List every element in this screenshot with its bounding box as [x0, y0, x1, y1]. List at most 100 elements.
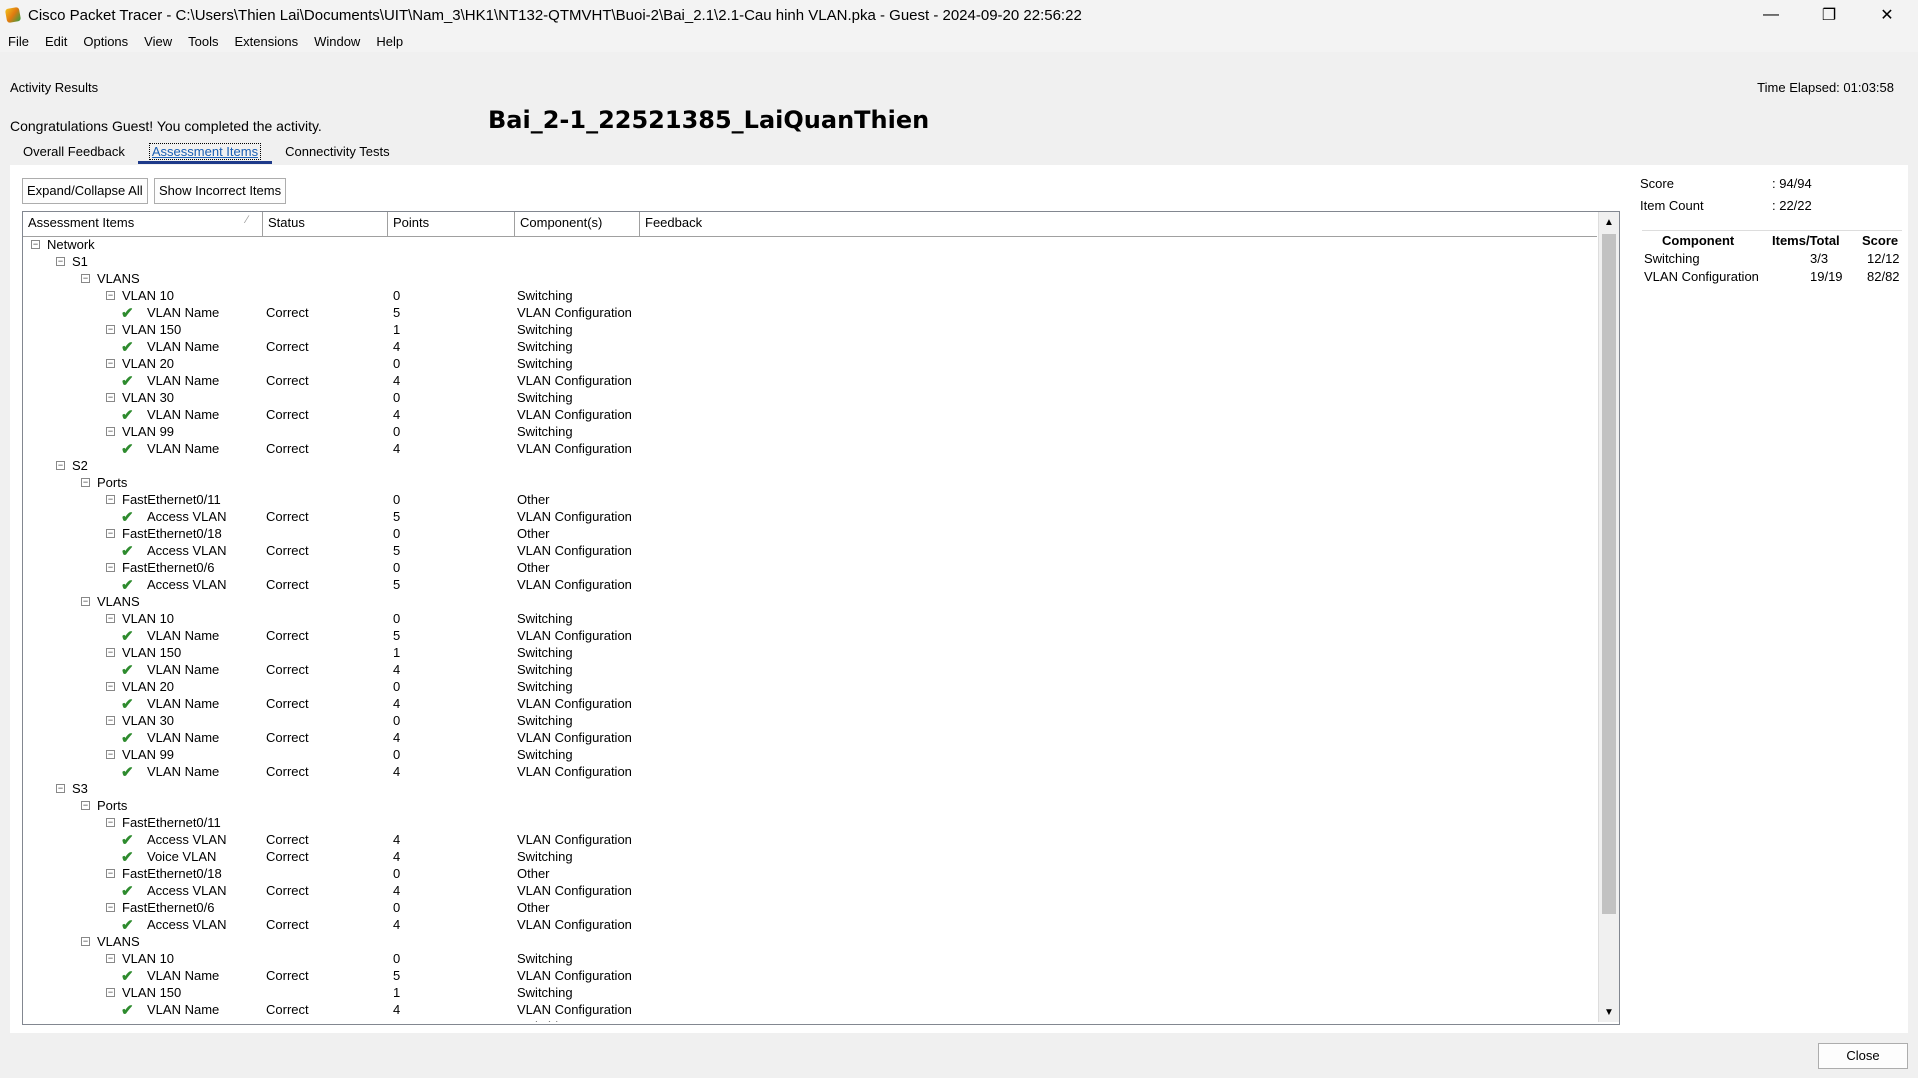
- tree-row[interactable]: − VLAN 99 0 Switching: [23, 747, 1597, 764]
- tree-row[interactable]: ✔ VLAN Name Correct 5 VLAN Configuration: [23, 305, 1597, 322]
- collapse-toggle-icon[interactable]: −: [106, 903, 115, 912]
- tree-row[interactable]: ✔ VLAN Name Correct 4 VLAN Configuration: [23, 407, 1597, 424]
- menu-view[interactable]: View: [136, 34, 180, 49]
- column-header-items[interactable]: Assessment Items ∕: [23, 212, 263, 236]
- tree-row[interactable]: ✔ Access VLAN Correct 5 VLAN Configuration: [23, 577, 1597, 594]
- collapse-toggle-icon[interactable]: −: [106, 988, 115, 997]
- scroll-up-arrow-icon[interactable]: ▲: [1599, 212, 1619, 232]
- tree-row[interactable]: − S1: [23, 254, 1597, 271]
- menu-tools[interactable]: Tools: [180, 34, 226, 49]
- collapse-toggle-icon[interactable]: −: [106, 529, 115, 538]
- menu-edit[interactable]: Edit: [37, 34, 75, 49]
- tree-row[interactable]: − VLANS: [23, 594, 1597, 611]
- tree-row[interactable]: − VLAN 99 0 Switching: [23, 424, 1597, 441]
- tree-row[interactable]: − VLAN 10 0 Switching: [23, 951, 1597, 968]
- column-header-components[interactable]: Component(s): [515, 212, 640, 236]
- collapse-toggle-icon[interactable]: −: [81, 597, 90, 606]
- collapse-toggle-icon[interactable]: −: [106, 427, 115, 436]
- collapse-toggle-icon[interactable]: −: [106, 614, 115, 623]
- tree-row[interactable]: − FastEthernet0/11: [23, 815, 1597, 832]
- tree-row[interactable]: − FastEthernet0/6 0 Other: [23, 560, 1597, 577]
- tree-row[interactable]: −VLAN 200Switching: [23, 356, 1597, 373]
- tree-row[interactable]: ✔ Access VLAN Correct 4 VLAN Configuration: [23, 883, 1597, 900]
- tree-row[interactable]: − FastEthernet0/11 0 Other: [23, 492, 1597, 509]
- close-button[interactable]: Close: [1818, 1043, 1908, 1069]
- tree-row[interactable]: ✔ Access VLAN Correct 5 VLAN Configuration: [23, 543, 1597, 560]
- tree-row[interactable]: − VLAN 30 0 Switching: [23, 713, 1597, 730]
- close-window-button[interactable]: ✕: [1858, 0, 1916, 30]
- tree-row[interactable]: ✔ VLAN Name Correct 4 VLAN Configuration: [23, 730, 1597, 747]
- tree-row[interactable]: − S3: [23, 781, 1597, 798]
- collapse-toggle-icon[interactable]: −: [106, 359, 115, 368]
- menu-help[interactable]: Help: [368, 34, 411, 49]
- scroll-thumb[interactable]: [1602, 234, 1616, 914]
- collapse-toggle-icon[interactable]: −: [81, 274, 90, 283]
- collapse-toggle-icon[interactable]: −: [106, 954, 115, 963]
- minimize-button[interactable]: —: [1742, 0, 1800, 30]
- tree-row[interactable]: ✔ VLAN Name Correct 4 VLAN Configuration: [23, 1002, 1597, 1019]
- tree-row[interactable]: ✔ VLAN Name Correct 5 VLAN Configuration: [23, 628, 1597, 645]
- collapse-toggle-icon[interactable]: −: [56, 784, 65, 793]
- tree-row[interactable]: ✔ Voice VLAN Correct 4 Switching: [23, 849, 1597, 866]
- tree-row[interactable]: − VLAN 10 0 Switching: [23, 611, 1597, 628]
- collapse-toggle-icon[interactable]: −: [81, 937, 90, 946]
- tree-row[interactable]: − Ports: [23, 798, 1597, 815]
- menu-window[interactable]: Window: [306, 34, 368, 49]
- show-incorrect-items-button[interactable]: Show Incorrect Items: [154, 178, 287, 204]
- tree-row[interactable]: ✔ VLAN Name Correct 4 VLAN Configuration: [23, 764, 1597, 781]
- tab-overall-feedback[interactable]: Overall Feedback: [12, 140, 136, 164]
- tree-row[interactable]: − VLAN 10 0 Switching: [23, 288, 1597, 305]
- tree-row[interactable]: − Ports: [23, 475, 1597, 492]
- tree-row[interactable]: ✔ VLAN Name Correct 4 VLAN Configuration: [23, 373, 1597, 390]
- tree-row[interactable]: − FastEthernet0/18 0 Other: [23, 526, 1597, 543]
- expand-collapse-all-button[interactable]: Expand/Collapse All: [22, 178, 148, 204]
- tree-row[interactable]: − VLAN 150 1 Switching: [23, 322, 1597, 339]
- tree-row[interactable]: − VLANS: [23, 934, 1597, 951]
- menu-options[interactable]: Options: [75, 34, 136, 49]
- restore-button[interactable]: ❐: [1800, 0, 1858, 30]
- collapse-toggle-icon[interactable]: −: [106, 818, 115, 827]
- tree-row[interactable]: ✔ VLAN Name Correct 4 Switching: [23, 339, 1597, 356]
- tab-connectivity-tests[interactable]: Connectivity Tests: [274, 140, 401, 164]
- collapse-toggle-icon[interactable]: −: [106, 393, 115, 402]
- tree-row[interactable]: −VLAN 200Switching: [23, 679, 1597, 696]
- collapse-toggle-icon[interactable]: −: [106, 291, 115, 300]
- tree-row[interactable]: − VLANS: [23, 271, 1597, 288]
- tree-row[interactable]: ✔ Access VLAN Correct 5 VLAN Configuration: [23, 509, 1597, 526]
- vertical-scrollbar[interactable]: ▲ ▼: [1598, 212, 1619, 1022]
- tree-row[interactable]: − S2: [23, 458, 1597, 475]
- tree-row[interactable]: ✔ Access VLAN Correct 4 VLAN Configuration: [23, 832, 1597, 849]
- collapse-toggle-icon[interactable]: −: [106, 869, 115, 878]
- tree-row[interactable]: ✔ VLAN Name Correct 5 VLAN Configuration: [23, 968, 1597, 985]
- collapse-toggle-icon[interactable]: −: [106, 495, 115, 504]
- menu-extensions[interactable]: Extensions: [226, 34, 306, 49]
- menu-file[interactable]: File: [0, 34, 37, 49]
- scroll-down-arrow-icon[interactable]: ▼: [1599, 1002, 1619, 1022]
- tree-row[interactable]: ✔ VLAN Name Correct 4 VLAN Configuration: [23, 696, 1597, 713]
- tree-row[interactable]: − Network: [23, 237, 1597, 254]
- tree-row[interactable]: −VLAN 200Switching: [23, 1019, 1597, 1022]
- collapse-toggle-icon[interactable]: −: [56, 461, 65, 470]
- collapse-toggle-icon[interactable]: −: [106, 750, 115, 759]
- collapse-toggle-icon[interactable]: −: [106, 325, 115, 334]
- tree-row[interactable]: − VLAN 150 1 Switching: [23, 985, 1597, 1002]
- tree-row[interactable]: − FastEthernet0/6 0 Other: [23, 900, 1597, 917]
- tree-row[interactable]: ✔ VLAN Name Correct 4 VLAN Configuration: [23, 441, 1597, 458]
- collapse-toggle-icon[interactable]: −: [106, 716, 115, 725]
- collapse-toggle-icon[interactable]: −: [81, 478, 90, 487]
- collapse-toggle-icon[interactable]: −: [106, 563, 115, 572]
- tree-row[interactable]: − FastEthernet0/18 0 Other: [23, 866, 1597, 883]
- tree-row[interactable]: − VLAN 30 0 Switching: [23, 390, 1597, 407]
- collapse-toggle-icon[interactable]: −: [56, 257, 65, 266]
- collapse-toggle-icon[interactable]: −: [106, 648, 115, 657]
- collapse-toggle-icon[interactable]: −: [106, 682, 115, 691]
- column-header-feedback[interactable]: Feedback: [640, 212, 1597, 236]
- tree-row[interactable]: ✔ VLAN Name Correct 4 Switching: [23, 662, 1597, 679]
- tab-assessment-items[interactable]: Assessment Items: [137, 140, 273, 164]
- column-header-status[interactable]: Status: [263, 212, 388, 236]
- collapse-toggle-icon[interactable]: −: [81, 801, 90, 810]
- collapse-toggle-icon[interactable]: −: [31, 240, 40, 249]
- column-header-points[interactable]: Points: [388, 212, 515, 236]
- tree-row[interactable]: − VLAN 150 1 Switching: [23, 645, 1597, 662]
- tree-row[interactable]: ✔ Access VLAN Correct 4 VLAN Configuration: [23, 917, 1597, 934]
